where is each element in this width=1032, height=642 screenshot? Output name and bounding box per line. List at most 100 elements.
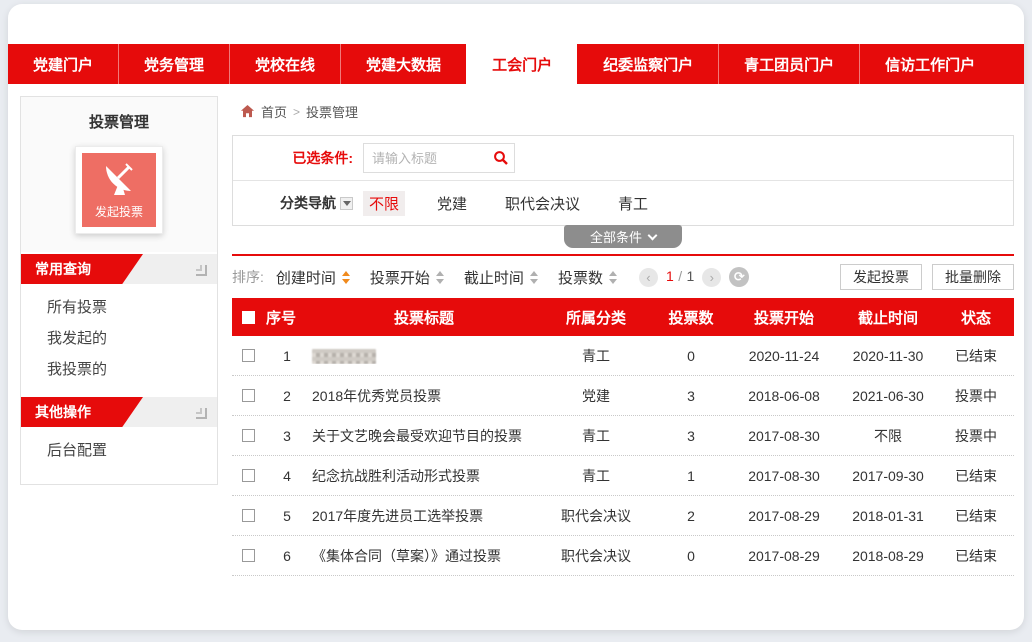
select-all-checkbox[interactable] (242, 311, 255, 324)
sidebar-section-banner-2: 其他操作 (21, 397, 217, 427)
filter-panel: 已选条件: 分类导航 (232, 135, 1014, 226)
launch-vote-button[interactable]: 发起投票 (82, 153, 156, 227)
row-votes: 3 (652, 388, 730, 404)
row-end: 2021-06-30 (838, 388, 938, 404)
nav-tab-8[interactable]: 信访工作门户 (859, 44, 1000, 84)
col-header-category: 所属分类 (540, 307, 652, 328)
chevron-down-icon (648, 230, 658, 240)
selected-conditions-label: 已选条件: (233, 148, 363, 168)
search-icon[interactable] (493, 150, 509, 171)
content-area: 投票管理 发起投票 常 (8, 84, 1024, 576)
sidebar-section-items-2: 后台配置 (21, 427, 217, 476)
row-end: 2018-01-31 (838, 508, 938, 524)
sidebar-item[interactable]: 后台配置 (47, 435, 217, 466)
breadcrumb-home[interactable]: 首页 (261, 102, 287, 121)
collapse-icon[interactable] (194, 406, 207, 419)
row-title[interactable]: 2018年优秀党员投票 (308, 386, 540, 406)
sidebar-item[interactable]: 我投票的 (47, 354, 217, 385)
sort-option[interactable]: 投票数 (558, 267, 617, 288)
sidebar: 投票管理 发起投票 常 (20, 96, 218, 485)
sort-option[interactable]: 投票开始 (370, 267, 444, 288)
sort-label: 排序: (232, 267, 264, 287)
row-end: 不限 (838, 426, 938, 446)
row-category: 青工 (540, 466, 652, 486)
sort-arrows-icon (530, 271, 538, 284)
row-start: 2017-08-30 (730, 428, 838, 444)
page-separator: / (678, 268, 682, 284)
row-votes: 2 (652, 508, 730, 524)
dropdown-icon[interactable] (340, 197, 353, 210)
nav-tab-7[interactable]: 青工团员门户 (718, 44, 859, 84)
nav-tab-5[interactable]: 工会门户 (466, 44, 577, 84)
satellite-dish-icon (99, 153, 139, 204)
row-status: 投票中 (938, 386, 1014, 406)
all-conditions-wrap: 全部条件 (232, 226, 1014, 248)
all-conditions-button[interactable]: 全部条件 (564, 225, 682, 248)
sort-option[interactable]: 创建时间 (276, 267, 350, 288)
sort-option-label: 投票开始 (370, 267, 430, 288)
row-index: 3 (266, 428, 308, 444)
nav-tab-4[interactable]: 党建大数据 (340, 44, 466, 84)
row-status: 已结束 (938, 466, 1014, 486)
row-index: 1 (266, 348, 308, 364)
row-title[interactable]: 关于文艺晚会最受欢迎节目的投票 (308, 426, 540, 446)
table-header-row: 序号 投票标题 所属分类 投票数 投票开始 截止时间 状态 (232, 298, 1014, 336)
row-end: 2020-11-30 (838, 348, 938, 364)
redacted-title (312, 349, 376, 364)
row-title[interactable]: 纪念抗战胜利活动形式投票 (308, 466, 540, 486)
selected-conditions-row: 已选条件: (233, 136, 1013, 180)
next-page-icon[interactable]: › (702, 268, 721, 287)
category-chip[interactable]: 不限 (363, 191, 405, 216)
row-checkbox[interactable] (242, 429, 255, 442)
row-checkbox[interactable] (242, 549, 255, 562)
row-title[interactable]: 2017年度先进员工选举投票 (308, 506, 540, 526)
action-buttons: 发起投票批量删除 (830, 264, 1014, 290)
nav-tab-3[interactable]: 党校在线 (229, 44, 340, 84)
row-end: 2017-09-30 (838, 468, 938, 484)
sidebar-bottom-pad (21, 476, 217, 484)
row-status: 已结束 (938, 506, 1014, 526)
category-nav-row: 分类导航 不限 党建 职代会决议 青工 (233, 181, 1013, 225)
row-category: 党建 (540, 386, 652, 406)
page-total: 1 (687, 268, 695, 284)
sort-arrows-icon (609, 271, 617, 284)
sort-options: 创建时间 投票开始 截止时间投票数 (276, 267, 637, 288)
row-title[interactable]: 《集体合同（草案）》通过投票 (308, 546, 540, 566)
row-start: 2020-11-24 (730, 348, 838, 364)
nav-tab-2[interactable]: 党务管理 (118, 44, 229, 84)
row-index: 5 (266, 508, 308, 524)
table-row: 1青工02020-11-242020-11-30已结束 (232, 336, 1014, 376)
row-category: 职代会决议 (540, 506, 652, 526)
row-checkbox[interactable] (242, 469, 255, 482)
sidebar-header: 投票管理 发起投票 (21, 97, 217, 252)
app-window: 党建门户党务管理党校在线党建大数据工会门户纪委监察门户青工团员门户信访工作门户 … (8, 4, 1024, 630)
row-checkbox[interactable] (242, 389, 255, 402)
row-checkbox[interactable] (242, 349, 255, 362)
category-chip[interactable]: 职代会决议 (499, 191, 586, 216)
refresh-icon[interactable]: ⟳ (729, 267, 749, 287)
category-chip[interactable]: 党建 (431, 191, 473, 216)
category-chip[interactable]: 青工 (612, 191, 654, 216)
sort-option[interactable]: 截止时间 (464, 267, 538, 288)
row-title[interactable] (308, 347, 540, 364)
title-search-box (363, 143, 515, 173)
sidebar-item[interactable]: 我发起的 (47, 323, 217, 354)
breadcrumb: 首页 > 投票管理 (232, 96, 1014, 135)
col-header-title: 投票标题 (308, 307, 540, 328)
col-header-end: 截止时间 (838, 307, 938, 328)
sort-arrows-icon (436, 271, 444, 284)
nav-tab-1[interactable]: 党建门户 (8, 44, 118, 84)
launch-vote-action-button[interactable]: 发起投票 (840, 264, 922, 290)
home-icon (240, 104, 255, 119)
row-votes: 1 (652, 468, 730, 484)
table-row: 52017年度先进员工选举投票职代会决议22017-08-292018-01-3… (232, 496, 1014, 536)
sidebar-item[interactable]: 所有投票 (47, 292, 217, 323)
batch-delete-button[interactable]: 批量删除 (932, 264, 1014, 290)
category-nav-label-wrap: 分类导航 (233, 193, 363, 213)
sort-option-label: 创建时间 (276, 267, 336, 288)
row-checkbox[interactable] (242, 509, 255, 522)
prev-page-icon[interactable]: ‹ (639, 268, 658, 287)
collapse-icon[interactable] (194, 263, 207, 276)
nav-tab-6[interactable]: 纪委监察门户 (577, 44, 718, 84)
row-index: 2 (266, 388, 308, 404)
